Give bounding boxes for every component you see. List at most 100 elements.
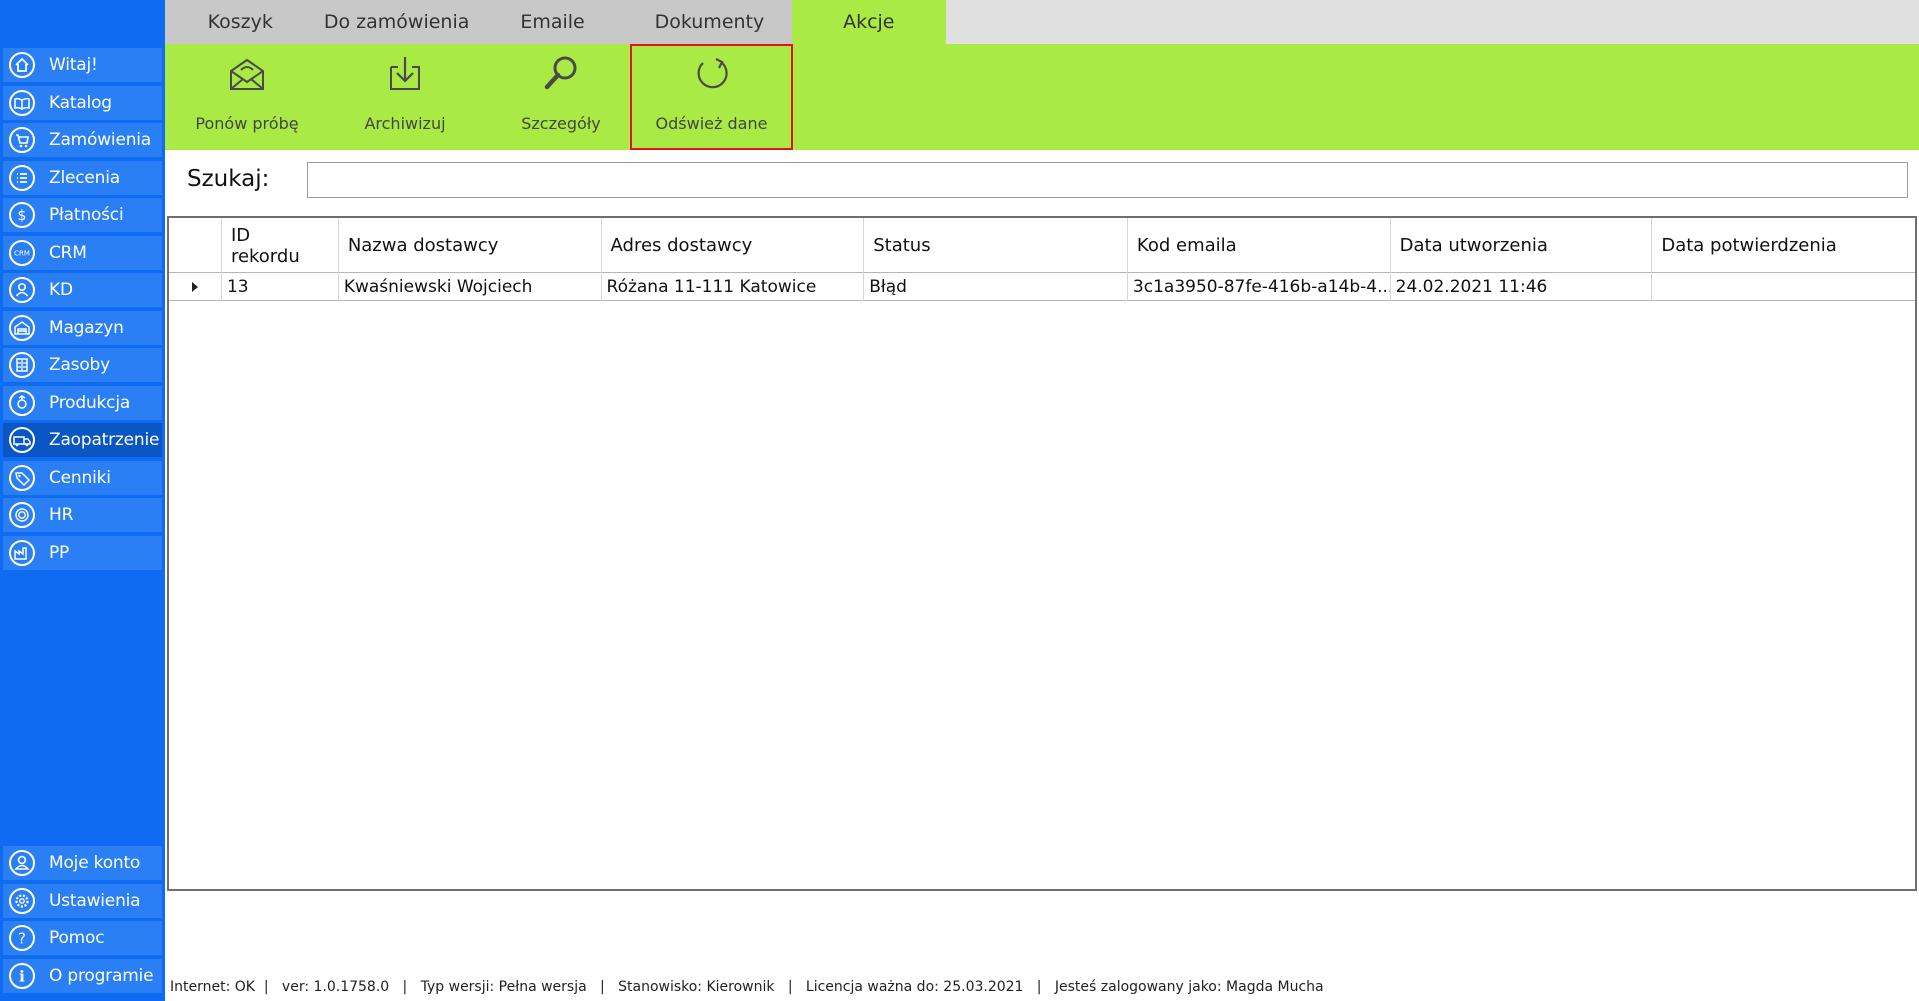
row-indicator-icon xyxy=(191,282,198,292)
svg-text:i: i xyxy=(19,967,25,985)
truck-icon xyxy=(7,425,37,455)
column-header-kod-emaila[interactable]: Kod emaila xyxy=(1128,218,1391,273)
info-icon: i xyxy=(7,961,37,991)
sidebar-item-label: O programie xyxy=(49,965,154,986)
nav-bottom: Moje konto Ustawienia ? Pomoc i O progra… xyxy=(3,846,162,996)
row-selector-header xyxy=(169,218,222,273)
sidebar-item-label: Katalog xyxy=(49,92,112,113)
cabinet-icon xyxy=(7,350,37,380)
action-toolbar: Ponów próbę Archiwizuj Szczegóły Odśwież… xyxy=(165,44,1919,150)
tab-strip: Koszyk Do zamówienia Emaile Dokumenty Ak… xyxy=(165,0,946,44)
grid-header: ID rekordu Nazwa dostawcy Adres dostawcy… xyxy=(169,218,1915,273)
tab-koszyk[interactable]: Koszyk xyxy=(165,0,315,44)
column-header-nazwa-dostawcy[interactable]: Nazwa dostawcy xyxy=(339,218,602,273)
sidebar-item-platnosci[interactable]: $ Płatności xyxy=(3,198,162,232)
sidebar-item-label: Produkcja xyxy=(49,392,131,413)
sidebar-item-o-programie[interactable]: i O programie xyxy=(3,958,162,993)
svg-text:CRM: CRM xyxy=(14,249,30,257)
retry-button-label: Ponów próbę xyxy=(195,114,299,133)
refresh-data-button[interactable]: Odśwież dane xyxy=(630,44,793,150)
tab-emaile[interactable]: Emaile xyxy=(478,0,627,44)
sidebar-item-zamowienia[interactable]: Zamówienia xyxy=(3,123,162,157)
sidebar-item-zlecenia[interactable]: Zlecenia xyxy=(3,160,162,195)
gear-icon xyxy=(7,886,37,916)
sidebar-item-pomoc[interactable]: ? Pomoc xyxy=(3,921,162,955)
svg-text:$: $ xyxy=(18,208,27,224)
sidebar-item-label: Pomoc xyxy=(49,928,105,948)
warehouse-icon xyxy=(7,313,37,343)
sidebar-item-hr[interactable]: HR xyxy=(3,498,162,532)
sidebar-item-pp[interactable]: PP xyxy=(3,535,162,570)
retry-button[interactable]: Ponów próbę xyxy=(167,44,327,150)
column-header-id-label: ID rekordu xyxy=(230,224,300,267)
table-row[interactable]: 13 Kwaśniewski Wojciech Różana 11-111 Ka… xyxy=(169,273,1915,301)
sidebar-item-cenniki[interactable]: Cenniki xyxy=(3,460,162,495)
sidebar-item-label: Zaopatrzenie xyxy=(49,430,160,450)
sidebar-item-witaj[interactable]: Witaj! xyxy=(3,48,162,82)
user-icon xyxy=(7,848,37,878)
envelope-retry-icon xyxy=(223,50,271,98)
archive-button[interactable]: Archiwizuj xyxy=(325,44,485,150)
details-button-label: Szczegóły xyxy=(521,114,601,133)
archive-button-label: Archiwizuj xyxy=(364,114,446,133)
sidebar-item-kd[interactable]: KD xyxy=(3,273,162,307)
cell-kod-emaila[interactable]: 3c1a3950-87fe-416b-a14b-4... xyxy=(1128,273,1391,301)
archive-icon xyxy=(381,50,429,98)
sidebar-item-label: CRM xyxy=(49,242,87,263)
column-header-data-potwierdzenia[interactable]: Data potwierdzenia xyxy=(1652,218,1915,273)
tab-bar: Koszyk Do zamówienia Emaile Dokumenty Ak… xyxy=(165,0,1919,44)
nav-main: Witaj! Katalog Zamówienia Zlecenia $ Pła… xyxy=(3,48,162,573)
column-header-id[interactable]: ID rekordu xyxy=(222,218,339,273)
magnifier-icon xyxy=(537,50,585,98)
sidebar-item-label: HR xyxy=(49,505,74,525)
sidebar-item-label: Cenniki xyxy=(49,467,111,488)
sidebar-item-label: Magazyn xyxy=(49,317,124,338)
cell-data-utworzenia[interactable]: 24.02.2021 11:46 xyxy=(1391,273,1653,301)
fingerprint-icon xyxy=(7,500,37,530)
sidebar-item-label: Zlecenia xyxy=(49,167,120,188)
sidebar-item-magazyn[interactable]: Magazyn xyxy=(3,310,162,345)
tag-icon xyxy=(7,463,37,493)
sidebar-item-label: Płatności xyxy=(49,205,124,225)
tab-dokumenty[interactable]: Dokumenty xyxy=(627,0,791,44)
person-icon xyxy=(7,275,37,305)
crm-icon: CRM xyxy=(7,238,37,268)
sidebar: Witaj! Katalog Zamówienia Zlecenia $ Pła… xyxy=(0,0,165,1001)
tab-akcje[interactable]: Akcje xyxy=(791,0,946,44)
sidebar-item-zasoby[interactable]: Zasoby xyxy=(3,348,162,382)
sidebar-item-produkcja[interactable]: Produkcja xyxy=(3,385,162,420)
sidebar-item-katalog[interactable]: Katalog xyxy=(3,85,162,120)
dollar-icon: $ xyxy=(7,200,37,230)
book-icon xyxy=(7,88,37,118)
column-header-status[interactable]: Status xyxy=(864,218,1128,273)
refresh-data-button-label: Odśwież dane xyxy=(655,114,768,133)
sidebar-item-label: Witaj! xyxy=(49,55,98,75)
column-header-adres-dostawcy[interactable]: Adres dostawcy xyxy=(602,218,865,273)
sidebar-item-label: Zamówienia xyxy=(49,130,152,150)
help-icon: ? xyxy=(7,923,37,953)
sidebar-item-label: Moje konto xyxy=(49,853,141,873)
sidebar-item-label: KD xyxy=(49,280,73,300)
cell-data-potwierdzenia[interactable] xyxy=(1652,273,1915,301)
refresh-icon xyxy=(688,50,736,98)
cell-adres-dostawcy[interactable]: Różana 11-111 Katowice xyxy=(602,273,865,301)
search-input[interactable] xyxy=(307,162,1908,198)
sidebar-item-moje-konto[interactable]: Moje konto xyxy=(3,846,162,880)
svg-text:?: ? xyxy=(18,930,26,948)
list-icon xyxy=(7,163,37,193)
sidebar-item-zaopatrzenie[interactable]: Zaopatrzenie xyxy=(3,423,162,457)
column-header-data-utworzenia[interactable]: Data utworzenia xyxy=(1391,218,1653,273)
home-icon xyxy=(7,50,37,80)
factory-icon xyxy=(7,538,37,568)
sidebar-item-crm[interactable]: CRM CRM xyxy=(3,235,162,270)
cart-icon xyxy=(7,125,37,155)
details-button[interactable]: Szczegóły xyxy=(481,44,641,150)
cell-status[interactable]: Błąd xyxy=(864,273,1128,301)
sidebar-item-ustawienia[interactable]: Ustawienia xyxy=(3,883,162,918)
sidebar-item-label: PP xyxy=(49,542,70,563)
tab-do-zamowienia[interactable]: Do zamówienia xyxy=(315,0,477,44)
cell-id[interactable]: 13 xyxy=(222,273,339,301)
sidebar-item-label: Zasoby xyxy=(49,355,110,375)
cell-nazwa-dostawcy[interactable]: Kwaśniewski Wojciech xyxy=(339,273,602,301)
row-selector[interactable] xyxy=(169,273,222,301)
